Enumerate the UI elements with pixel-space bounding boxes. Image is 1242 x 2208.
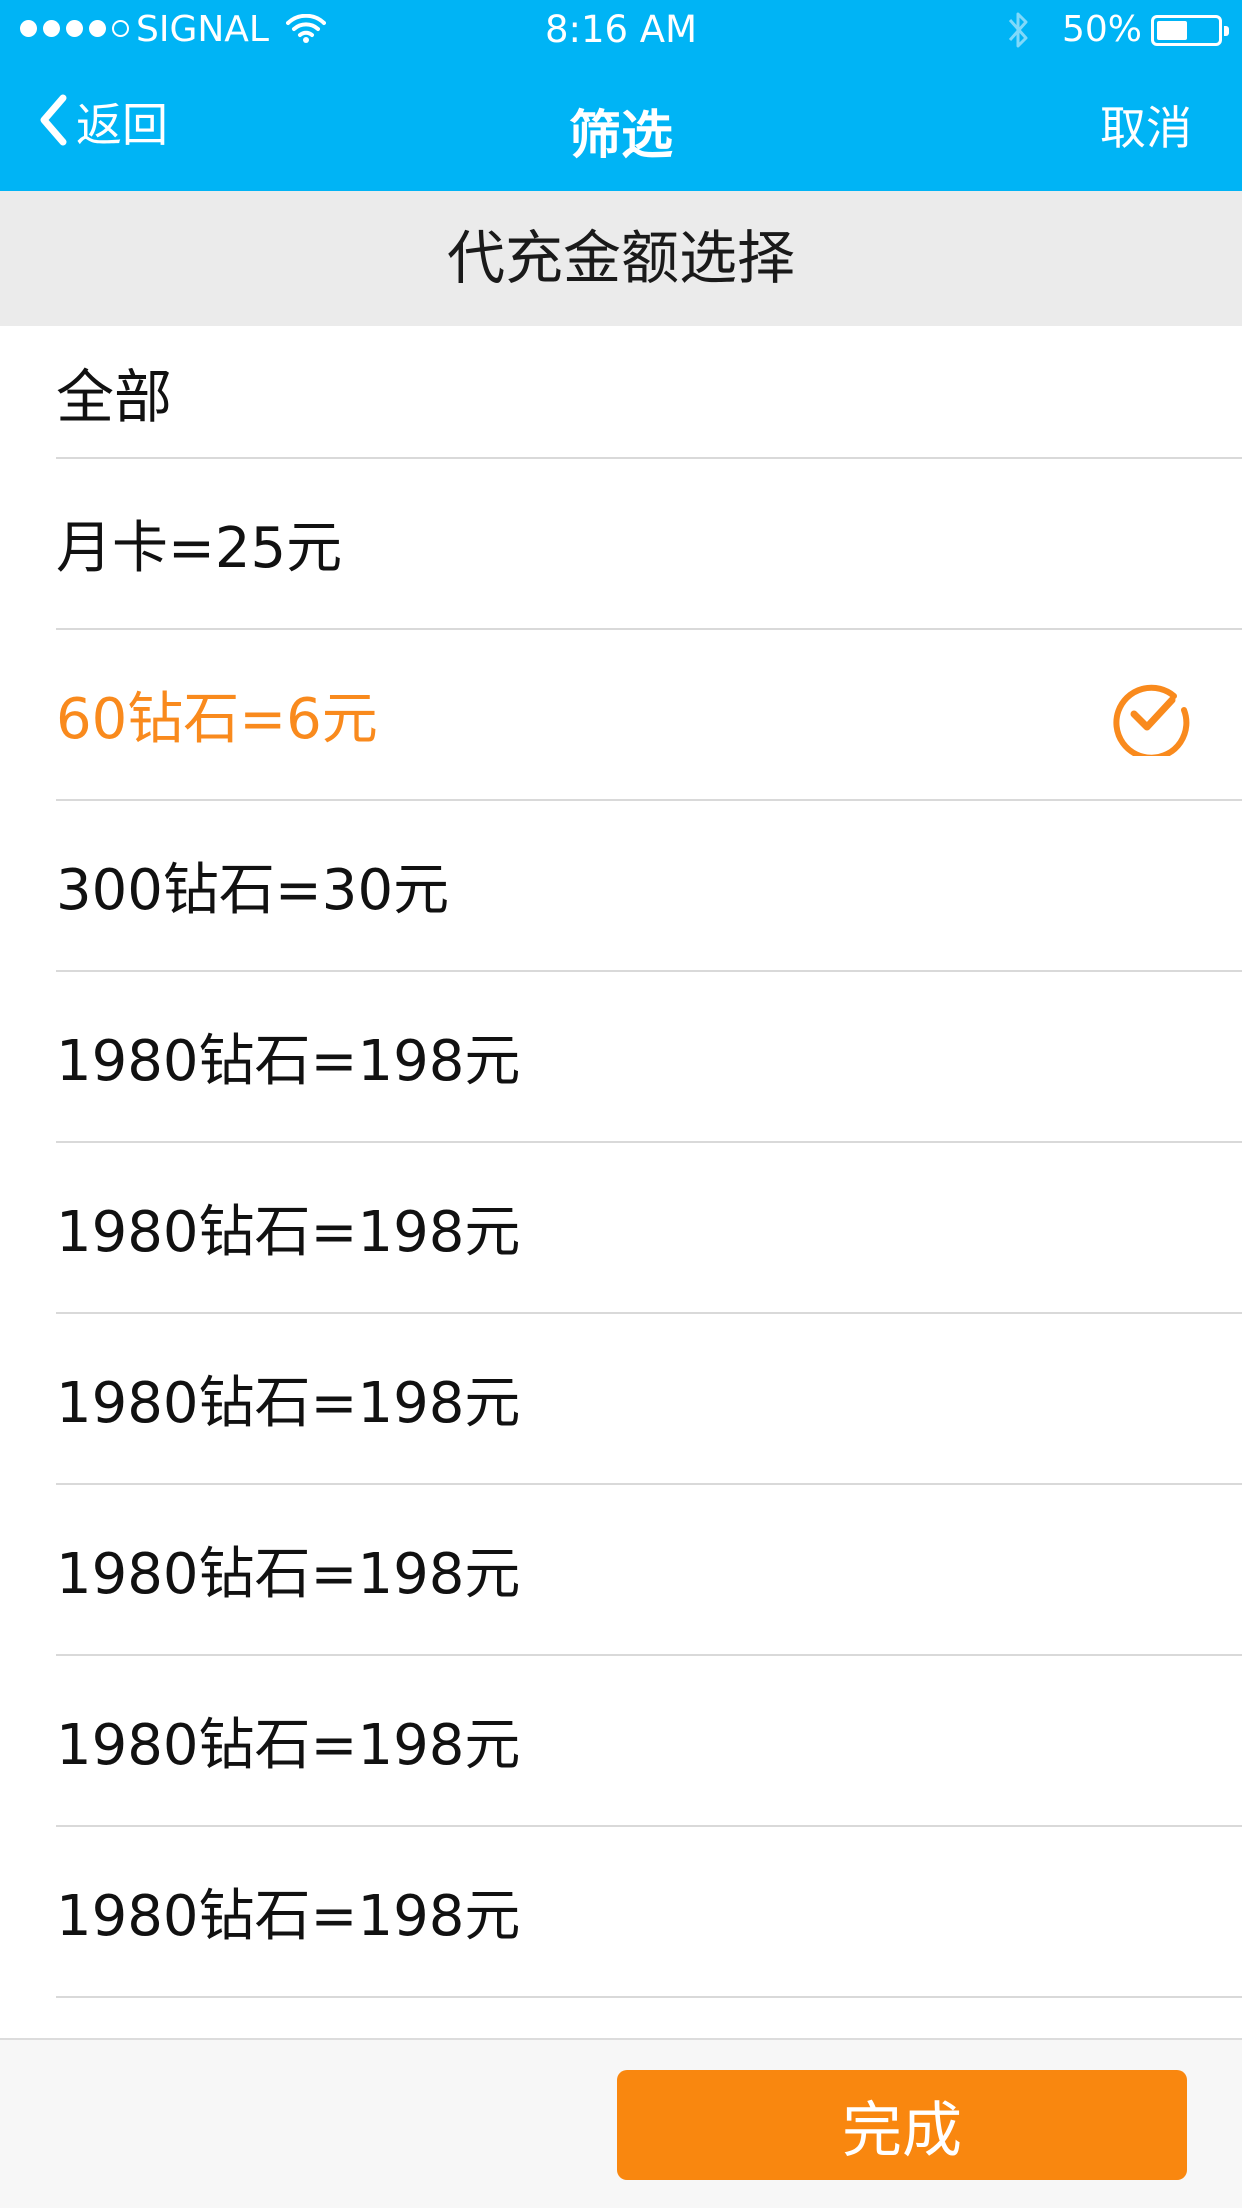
option-row-monthly-card[interactable]: 月卡=25元	[56, 459, 1242, 630]
option-label: 1980钻石=198元	[56, 1029, 521, 1094]
status-bar: SIGNAL 8:16 AM 50%	[0, 0, 1242, 60]
battery-icon	[1151, 15, 1229, 46]
option-label: 1980钻石=198元	[56, 1542, 521, 1607]
page-title: 筛选	[568, 106, 673, 166]
option-label: 全部	[56, 362, 173, 431]
amount-option-list: 全部 月卡=25元 60钻石=6元 300钻石=30元 1980钻石=198元 …	[0, 326, 1242, 1998]
option-row[interactable]: 1980钻石=198元	[56, 1656, 1242, 1827]
check-circle-icon	[1110, 674, 1192, 761]
option-row-all[interactable]: 全部	[56, 326, 1242, 459]
bluetooth-icon	[1006, 10, 1030, 54]
option-row[interactable]: 300钻石=30元	[56, 801, 1242, 972]
battery-percentage: 50%	[1062, 9, 1143, 50]
done-button[interactable]: 完成	[617, 2070, 1187, 2180]
option-row[interactable]: 1980钻石=198元	[56, 1827, 1242, 1998]
option-label: 300钻石=30元	[56, 858, 450, 923]
bottom-bar: 完成	[0, 2038, 1242, 2208]
option-row[interactable]: 1980钻石=198元	[56, 1485, 1242, 1656]
option-label: 1980钻石=198元	[56, 1200, 521, 1265]
option-row[interactable]: 1980钻石=198元	[56, 1143, 1242, 1314]
cancel-button[interactable]: 取消	[1100, 92, 1192, 158]
option-label: 1980钻石=198元	[56, 1371, 521, 1436]
option-row-selected[interactable]: 60钻石=6元	[56, 630, 1242, 801]
option-row[interactable]: 1980钻石=198元	[56, 972, 1242, 1143]
option-row[interactable]: 1980钻石=198元	[56, 1314, 1242, 1485]
option-label: 1980钻石=198元	[56, 1713, 521, 1778]
option-label: 1980钻石=198元	[56, 1884, 521, 1949]
option-label: 60钻石=6元	[56, 687, 378, 752]
section-title: 代充金额选择	[0, 191, 1242, 326]
navigation-bar: 返回 筛选 取消	[0, 60, 1242, 191]
top-bar: SIGNAL 8:16 AM 50% 返回 筛选 取消	[0, 0, 1242, 191]
option-label: 月卡=25元	[56, 516, 343, 581]
clock: 8:16 AM	[544, 8, 698, 51]
